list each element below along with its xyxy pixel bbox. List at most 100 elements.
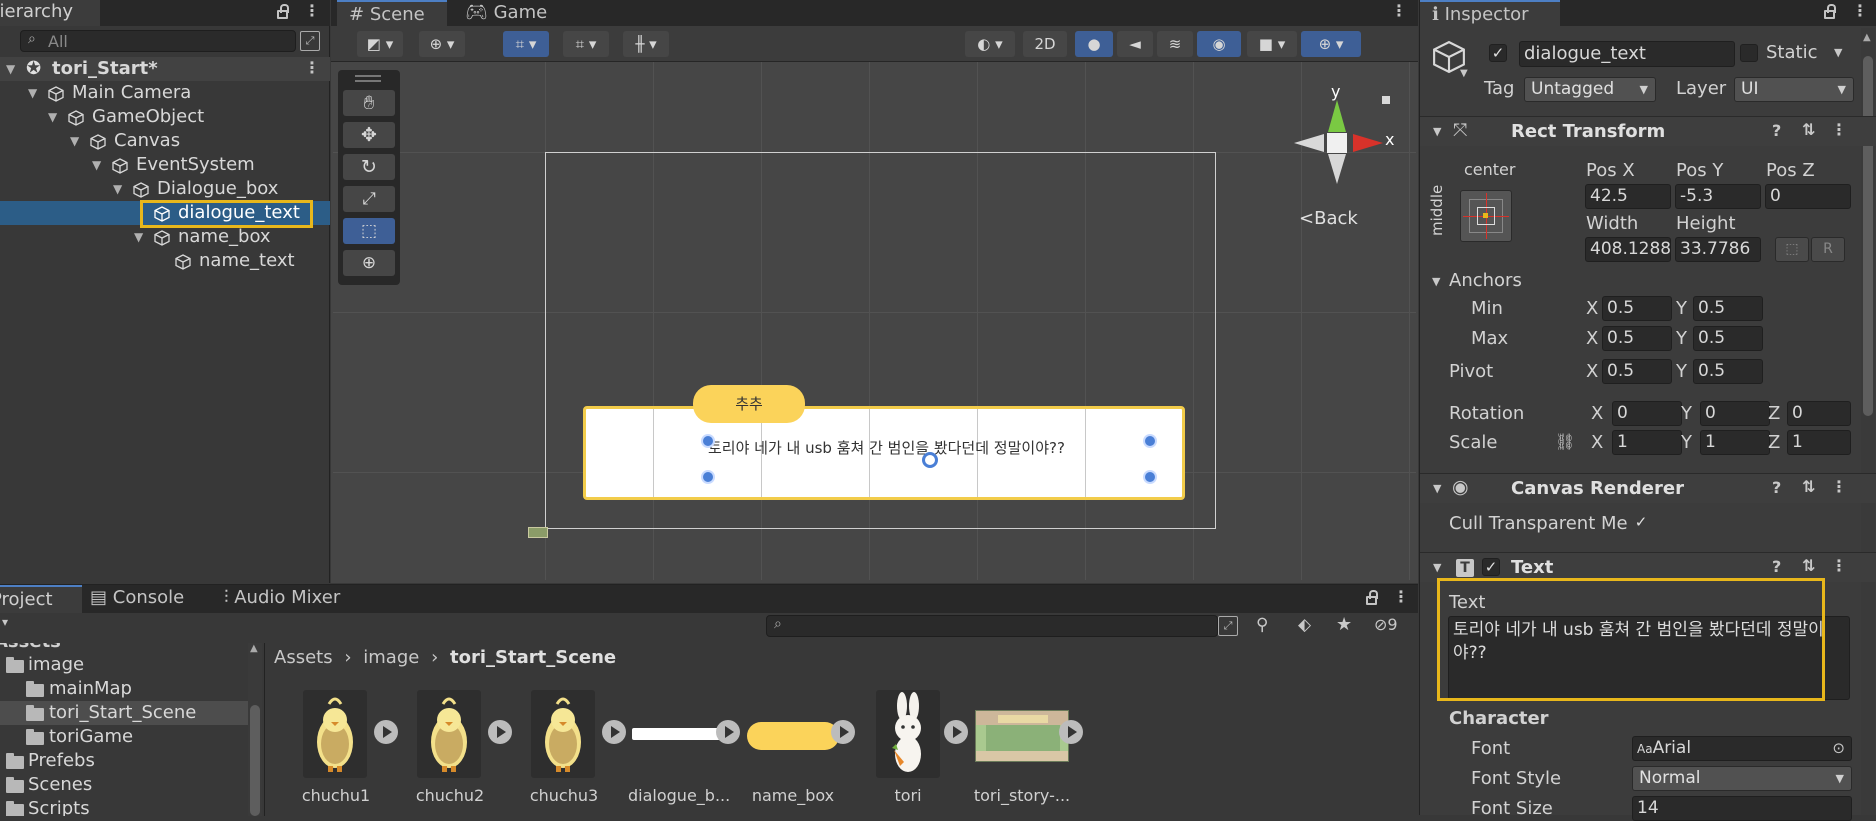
pos-x-field[interactable]: 42.5: [1585, 184, 1671, 209]
component-menu-icon[interactable]: ⋮: [1831, 556, 1847, 575]
toggle-2d-button[interactable]: 2D: [1023, 31, 1067, 57]
layer-dropdown[interactable]: UI: [1734, 77, 1854, 102]
font-style-dropdown[interactable]: Normal: [1632, 766, 1852, 791]
pos-y-field[interactable]: -5.3: [1675, 184, 1761, 209]
tab-hierarchy[interactable]: Hierarchy: [0, 0, 100, 26]
rotation-y-field[interactable]: 0: [1700, 401, 1770, 426]
anchor-max-y-field[interactable]: 0.5: [1693, 326, 1763, 351]
foldout-arrow-icon[interactable]: ▼: [1433, 482, 1441, 495]
search-options-icon[interactable]: ⤢: [300, 31, 320, 51]
tab-scene[interactable]: # Scene: [337, 0, 447, 26]
filter-by-type-icon[interactable]: ⚲: [1256, 615, 1268, 635]
tree-item-name-text[interactable]: name_text: [0, 249, 330, 273]
component-menu-icon[interactable]: ⋮: [1831, 477, 1847, 496]
canvas-renderer-header[interactable]: ▼ ◉ Canvas Renderer ? ⇅ ⋮: [1420, 473, 1876, 503]
lighting-toggle[interactable]: ●: [1075, 31, 1113, 57]
expand-sprite-icon[interactable]: [944, 720, 968, 744]
asset-tori-story[interactable]: [975, 710, 1069, 762]
ruler-button[interactable]: ╫ ▾: [623, 31, 669, 57]
preset-icon[interactable]: ⇅: [1802, 556, 1815, 575]
folder-tree-scrollbar[interactable]: ▲: [248, 643, 262, 816]
rect-handle-br[interactable]: [1143, 470, 1157, 484]
tab-console[interactable]: ▤ Console: [90, 587, 184, 608]
grid-snap-button[interactable]: ⌗ ▾: [503, 31, 549, 57]
icon-dropdown-icon[interactable]: ▼: [1460, 68, 1468, 79]
foldout-arrow-icon[interactable]: ▼: [1433, 125, 1441, 138]
project-menu-icon[interactable]: ⋮: [1393, 587, 1409, 606]
component-menu-icon[interactable]: ⋮: [1831, 120, 1847, 139]
help-icon[interactable]: ?: [1772, 121, 1781, 140]
breadcrumb-current[interactable]: tori_Start_Scene: [450, 647, 616, 668]
camera-button[interactable]: ■ ▾: [1247, 31, 1297, 57]
asset-tori[interactable]: [876, 690, 940, 778]
increment-snap-button[interactable]: ⌗ ▾: [563, 31, 609, 57]
hand-tool-button[interactable]: ✋︎: [343, 90, 395, 116]
orientation-button[interactable]: ◐ ▾: [965, 31, 1015, 57]
tree-item-canvas[interactable]: ▼ Canvas: [0, 129, 330, 153]
scale-z-field[interactable]: 1: [1787, 430, 1851, 455]
folder-item-scenes[interactable]: Scenes: [0, 773, 248, 797]
font-field[interactable]: AaArial ⊙: [1632, 736, 1852, 761]
expand-sprite-icon[interactable]: [374, 720, 398, 744]
folder-item-tori-start-scene[interactable]: tori_Start_Scene: [0, 701, 248, 725]
tree-item-gameobject[interactable]: ▼ GameObject: [0, 105, 330, 129]
breadcrumb-assets[interactable]: Assets: [274, 647, 333, 668]
asset-chuchu2[interactable]: [417, 690, 481, 778]
tree-item-dialogue-box[interactable]: ▼ Dialogue_box: [0, 177, 330, 201]
tree-item-eventsystem[interactable]: ▼ EventSystem: [0, 153, 330, 177]
kebab-menu-icon[interactable]: ⋮: [304, 1, 320, 20]
add-menu-icon[interactable]: ▾: [2, 615, 8, 629]
folder-item-image[interactable]: image: [0, 653, 248, 677]
preset-icon[interactable]: ⇅: [1802, 477, 1815, 496]
help-icon[interactable]: ?: [1772, 478, 1781, 497]
rect-handle-tl[interactable]: [701, 434, 715, 448]
scale-tool-button[interactable]: ⤢: [343, 186, 395, 212]
hidden-packages-toggle[interactable]: ⊘9: [1374, 615, 1398, 634]
transform-tool-button[interactable]: ⊕: [343, 250, 395, 276]
lock-icon[interactable]: [277, 4, 289, 19]
raw-edit-button[interactable]: R: [1811, 237, 1845, 262]
asset-name-box[interactable]: [747, 722, 839, 750]
cull-transparent-checkbox[interactable]: ✓: [1632, 514, 1650, 532]
anchor-min-y-field[interactable]: 0.5: [1693, 296, 1763, 321]
pivot-y-field[interactable]: 0.5: [1693, 359, 1763, 384]
rect-tool-button[interactable]: ⬚: [343, 218, 395, 244]
visibility-toggle[interactable]: ◉: [1197, 31, 1241, 57]
height-field[interactable]: 33.7786: [1675, 237, 1761, 262]
object-picker-icon[interactable]: ⊙: [1832, 737, 1845, 760]
width-field[interactable]: 408.1288: [1585, 237, 1671, 262]
asset-chuchu3[interactable]: [531, 690, 595, 778]
lock-icon[interactable]: [1824, 4, 1836, 19]
inspector-scrollbar[interactable]: ▲: [1861, 28, 1875, 815]
asset-chuchu1[interactable]: [303, 690, 367, 778]
preset-icon[interactable]: ⇅: [1802, 120, 1815, 139]
scene-menu-icon[interactable]: ⋮: [304, 58, 320, 77]
tab-audio-mixer[interactable]: ⫶ Audio Mixer: [224, 587, 340, 608]
scene-root-row[interactable]: ▼ ✪ tori_Start*: [0, 57, 330, 81]
pivot-handle[interactable]: [922, 452, 938, 468]
rotation-z-field[interactable]: 0: [1787, 401, 1851, 426]
rotate-tool-button[interactable]: ↻: [343, 154, 395, 180]
static-dropdown-icon[interactable]: ▼: [1834, 46, 1842, 59]
lock-icon[interactable]: [1366, 590, 1378, 605]
scrollbar-thumb[interactable]: [250, 705, 260, 816]
audio-toggle[interactable]: ◄: [1117, 31, 1153, 57]
gizmos-button[interactable]: ⊕ ▾: [1301, 31, 1361, 57]
anchor-min-x-field[interactable]: 0.5: [1602, 296, 1672, 321]
font-size-field[interactable]: 14: [1632, 796, 1852, 821]
rotation-x-field[interactable]: 0: [1612, 401, 1682, 426]
expand-sprite-icon[interactable]: [831, 720, 855, 744]
tab-inspector[interactable]: ℹ Inspector: [1420, 0, 1560, 26]
inspector-menu-icon[interactable]: ⋮: [1852, 1, 1868, 20]
name-plate-sprite[interactable]: 추추: [693, 385, 805, 423]
search-input[interactable]: ⌕ All: [20, 30, 296, 52]
folder-item-scripts[interactable]: Scripts: [0, 797, 248, 816]
rect-transform-header[interactable]: ▼ ⤧ Rect Transform ? ⇅ ⋮: [1420, 116, 1876, 146]
blueprint-mode-button[interactable]: ⬚: [1775, 237, 1809, 262]
tab-project[interactable]: Project: [0, 585, 82, 613]
folder-item-mainmap[interactable]: mainMap: [0, 677, 248, 701]
pivot-x-field[interactable]: 0.5: [1602, 359, 1672, 384]
filter-by-label-icon[interactable]: ⬖: [1298, 615, 1311, 635]
rect-handle-bl[interactable]: [701, 470, 715, 484]
object-name-field[interactable]: dialogue_text: [1519, 41, 1735, 67]
